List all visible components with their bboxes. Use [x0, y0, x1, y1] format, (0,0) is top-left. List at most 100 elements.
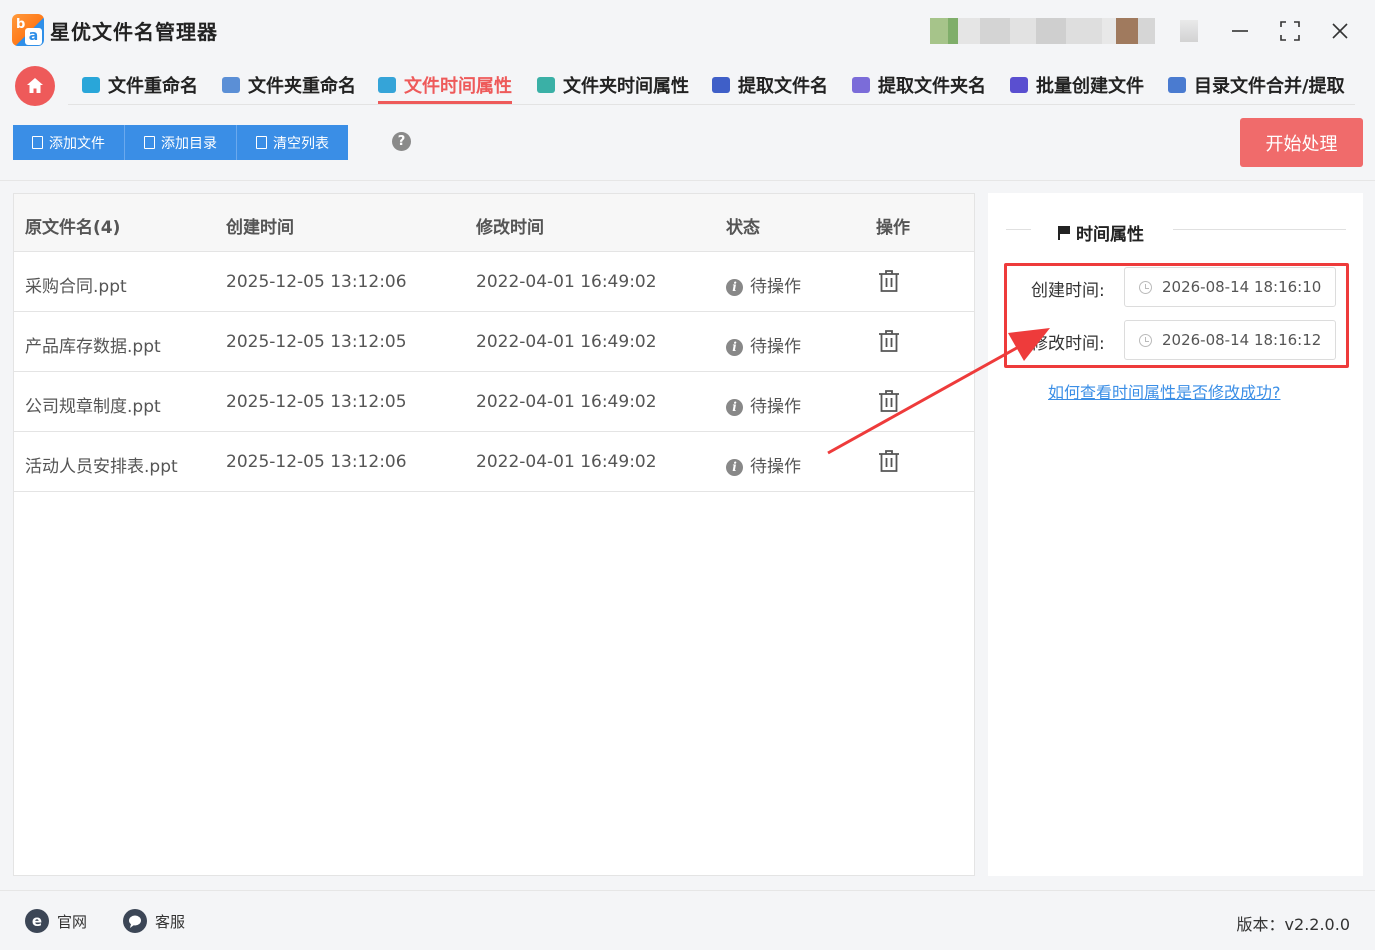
info-icon: i	[726, 459, 743, 476]
panel-title-divider	[1173, 229, 1346, 230]
tab-extract-filenames[interactable]: 提取文件名	[712, 66, 828, 104]
tab-label: 提取文件名	[738, 76, 828, 97]
cell-status: i 待操作	[726, 332, 801, 357]
minimize-icon[interactable]	[1225, 16, 1255, 46]
file-time-icon	[378, 77, 396, 93]
trash-icon	[256, 136, 267, 149]
column-header-created[interactable]: 创建时间	[226, 213, 294, 238]
clock-icon	[1139, 280, 1152, 294]
nav-divider	[68, 104, 1355, 105]
status-text: 待操作	[750, 337, 801, 357]
file-icon	[144, 136, 155, 149]
user-menu-icon[interactable]	[1180, 20, 1198, 42]
clear-list-label: 清空列表	[273, 135, 329, 152]
cell-modified: 2022-04-01 16:49:02	[476, 332, 657, 352]
tab-label: 文件夹重命名	[248, 76, 356, 97]
chat-icon	[123, 909, 147, 933]
cell-filename: 公司规章制度.ppt	[25, 397, 161, 417]
version-label: 版本：v2.2.0.0	[1236, 915, 1350, 934]
customer-service-label: 客服	[155, 912, 186, 931]
cell-modified: 2022-04-01 16:49:02	[476, 452, 657, 472]
table-row[interactable]: 采购合同.ppt 2025-12-05 13:12:06 2022-04-01 …	[14, 252, 974, 312]
close-icon[interactable]	[1325, 16, 1355, 46]
help-link[interactable]: 如何查看时间属性是否修改成功?	[1048, 379, 1281, 403]
tab-label: 批量创建文件	[1036, 76, 1144, 97]
cell-filename: 采购合同.ppt	[25, 277, 127, 297]
info-icon: i	[726, 399, 743, 416]
status-text: 待操作	[750, 457, 801, 477]
add-file-button[interactable]: 添加文件	[13, 125, 125, 160]
cell-created: 2025-12-05 13:12:06	[226, 452, 407, 472]
batch-create-icon	[1010, 77, 1028, 93]
delete-icon[interactable]	[878, 329, 900, 353]
home-icon	[27, 78, 43, 93]
home-button[interactable]	[15, 66, 55, 106]
tab-label: 文件夹时间属性	[563, 76, 689, 97]
file-table: 原文件名(4) 创建时间 修改时间 状态 操作 采购合同.ppt 2025-12…	[13, 193, 975, 876]
tab-batch-create-files[interactable]: 批量创建文件	[1010, 66, 1144, 104]
column-header-actions[interactable]: 操作	[876, 213, 910, 238]
browser-icon: e	[25, 909, 49, 933]
add-directory-button[interactable]: 添加目录	[125, 125, 237, 160]
extract-foldername-icon	[852, 77, 870, 93]
cell-status: i 待操作	[726, 452, 801, 477]
cell-modified: 2022-04-01 16:49:02	[476, 272, 657, 292]
merge-extract-icon	[1168, 77, 1186, 93]
column-header-status[interactable]: 状态	[726, 213, 760, 238]
app-title: 星优文件名管理器	[50, 20, 218, 44]
tab-folder-time-attributes[interactable]: 文件夹时间属性	[537, 66, 689, 104]
column-header-filename[interactable]: 原文件名(4)	[25, 213, 120, 238]
app-logo-icon: ba	[12, 14, 44, 46]
column-header-modified[interactable]: 修改时间	[476, 213, 544, 238]
tab-label: 文件时间属性	[404, 76, 512, 97]
table-row[interactable]: 公司规章制度.ppt 2025-12-05 13:12:05 2022-04-0…	[14, 372, 974, 432]
info-icon: i	[726, 279, 743, 296]
toolbar: 添加文件 添加目录 清空列表	[13, 125, 348, 160]
created-time-input[interactable]: 2026-08-14 18:16:10	[1124, 267, 1336, 307]
tab-merge-extract[interactable]: 目录文件合并/提取	[1168, 66, 1345, 104]
delete-icon[interactable]	[878, 389, 900, 413]
footer: e 官网 客服 版本：v2.2.0.0	[0, 890, 1375, 950]
toolbar-divider	[0, 180, 1375, 181]
tab-file-time-attributes[interactable]: 文件时间属性	[378, 66, 512, 104]
title-bar: ba 星优文件名管理器	[0, 0, 1375, 62]
tab-label: 目录文件合并/提取	[1194, 76, 1345, 97]
tab-label: 文件重命名	[108, 76, 198, 97]
clear-list-button[interactable]: 清空列表	[237, 125, 348, 160]
flag-icon	[1058, 225, 1070, 240]
time-attributes-panel: 时间属性 创建时间: 2026-08-14 18:16:10 修改时间: 202…	[988, 193, 1363, 876]
cell-filename: 产品库存数据.ppt	[25, 337, 161, 357]
folder-rename-icon	[222, 77, 240, 93]
tab-file-rename[interactable]: 文件重命名	[82, 66, 198, 104]
status-text: 待操作	[750, 277, 801, 297]
delete-icon[interactable]	[878, 449, 900, 473]
table-header: 原文件名(4) 创建时间 修改时间 状态 操作	[14, 194, 974, 252]
folder-time-icon	[537, 77, 555, 93]
panel-title-text: 时间属性	[1076, 225, 1144, 245]
panel-title: 时间属性	[1058, 220, 1144, 245]
table-row[interactable]: 产品库存数据.ppt 2025-12-05 13:12:05 2022-04-0…	[14, 312, 974, 372]
tab-label: 提取文件夹名	[878, 76, 986, 97]
modified-time-input[interactable]: 2026-08-14 18:16:12	[1124, 320, 1336, 360]
maximize-icon[interactable]	[1275, 16, 1305, 46]
user-avatar[interactable]	[930, 18, 1155, 44]
cell-modified: 2022-04-01 16:49:02	[476, 392, 657, 412]
tab-folder-rename[interactable]: 文件夹重命名	[222, 66, 356, 104]
cell-created: 2025-12-05 13:12:05	[226, 392, 407, 412]
file-icon	[32, 136, 43, 149]
add-directory-label: 添加目录	[161, 135, 217, 152]
clock-icon	[1139, 333, 1152, 347]
table-row[interactable]: 活动人员安排表.ppt 2025-12-05 13:12:06 2022-04-…	[14, 432, 974, 492]
file-rename-icon	[82, 77, 100, 93]
start-processing-button[interactable]: 开始处理	[1240, 118, 1363, 167]
tab-extract-foldernames[interactable]: 提取文件夹名	[852, 66, 986, 104]
website-link[interactable]: e 官网	[25, 909, 87, 933]
delete-icon[interactable]	[878, 269, 900, 293]
cell-created: 2025-12-05 13:12:05	[226, 332, 407, 352]
customer-service-link[interactable]: 客服	[123, 909, 185, 933]
panel-title-divider	[1006, 229, 1031, 230]
help-icon[interactable]: ?	[392, 132, 411, 151]
add-file-label: 添加文件	[49, 135, 105, 152]
created-time-value: 2026-08-14 18:16:10	[1162, 278, 1322, 296]
cell-status: i 待操作	[726, 392, 801, 417]
